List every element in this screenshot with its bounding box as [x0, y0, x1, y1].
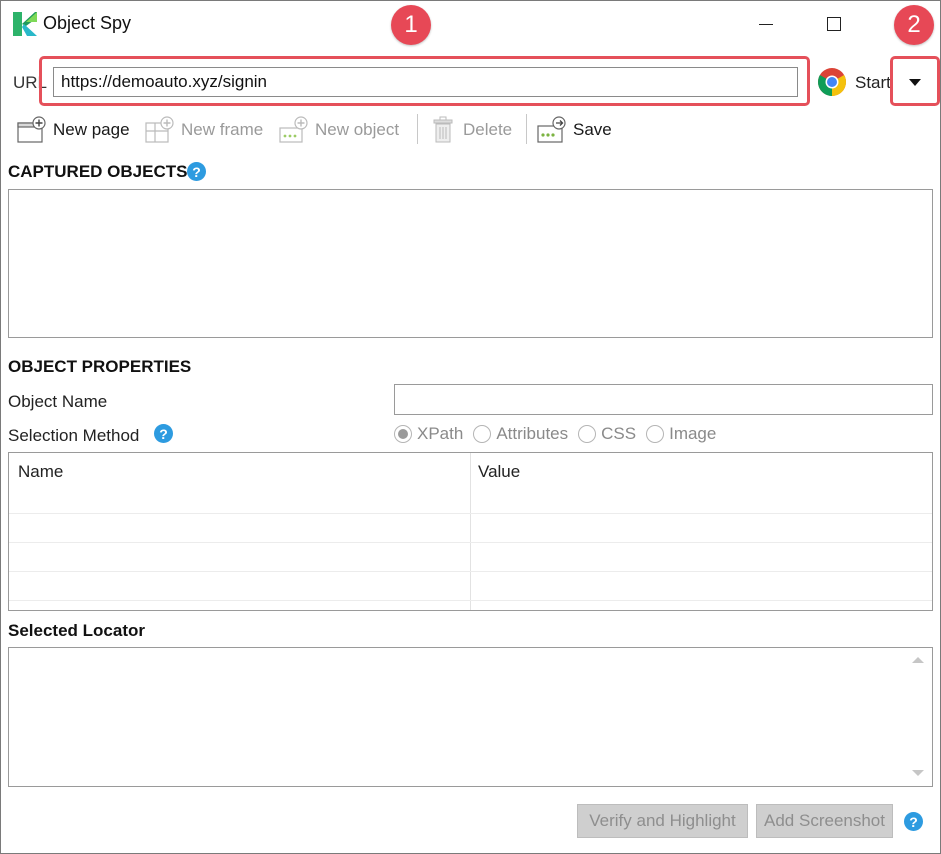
- object-spy-window: Object Spy URL 1 Start 2 New page: [0, 0, 941, 854]
- help-icon[interactable]: ?: [154, 424, 173, 443]
- scroll-down-icon[interactable]: [912, 770, 924, 776]
- window-title: Object Spy: [43, 13, 132, 33]
- table-row-line: [9, 513, 932, 514]
- minimize-button[interactable]: [743, 5, 789, 43]
- new-object-icon: [279, 116, 308, 143]
- new-page-label: New page: [53, 120, 130, 139]
- table-row-line: [9, 600, 932, 601]
- katalon-logo-icon: [13, 12, 37, 36]
- column-header-value[interactable]: Value: [478, 462, 520, 482]
- start-button-label[interactable]: Start: [855, 73, 891, 93]
- scroll-up-icon[interactable]: [912, 657, 924, 663]
- toolbar-separator: [526, 114, 527, 144]
- new-page-button[interactable]: New page: [17, 113, 130, 147]
- highlight-box-url: [39, 56, 810, 106]
- help-icon[interactable]: ?: [904, 812, 923, 831]
- selected-locator-heading: Selected Locator: [8, 621, 145, 640]
- delete-label: Delete: [463, 120, 513, 139]
- radio-image-label: Image: [669, 424, 717, 443]
- radio-css-label: CSS: [601, 424, 637, 443]
- selected-locator-textarea[interactable]: [8, 647, 933, 787]
- verify-and-highlight-button[interactable]: Verify and Highlight: [577, 804, 748, 838]
- radio-checked-icon: [394, 425, 412, 443]
- object-properties-heading: OBJECT PROPERTIES: [8, 357, 192, 376]
- minimize-icon: [759, 23, 773, 25]
- radio-css[interactable]: CSS: [578, 424, 636, 444]
- save-icon: [537, 116, 566, 143]
- captured-objects-tree[interactable]: [8, 189, 933, 338]
- annotation-badge-2: 2: [894, 5, 934, 45]
- radio-xpath[interactable]: XPath: [394, 424, 463, 444]
- radio-image[interactable]: Image: [646, 424, 716, 444]
- new-frame-icon: [145, 116, 174, 143]
- radio-xpath-label: XPath: [417, 424, 464, 443]
- new-object-button[interactable]: New object: [279, 113, 399, 147]
- delete-button[interactable]: Delete: [431, 113, 512, 147]
- radio-unchecked-icon: [646, 425, 665, 443]
- captured-objects-heading: CAPTURED OBJECTS: [8, 162, 188, 181]
- radio-attributes-label: Attributes: [496, 424, 569, 443]
- selection-method-label: Selection Method: [8, 426, 140, 445]
- help-icon[interactable]: ?: [187, 162, 206, 181]
- properties-table[interactable]: Name Value: [8, 452, 933, 611]
- radio-unchecked-icon: [578, 425, 597, 443]
- add-screenshot-button[interactable]: Add Screenshot: [756, 804, 893, 838]
- annotation-badge-1: 1: [391, 5, 431, 45]
- save-label: Save: [573, 120, 612, 139]
- save-button[interactable]: Save: [537, 113, 612, 147]
- object-name-label: Object Name: [8, 392, 108, 411]
- new-page-icon: [17, 116, 46, 143]
- new-object-label: New object: [315, 120, 400, 139]
- maximize-button[interactable]: [811, 5, 857, 43]
- chrome-icon[interactable]: [817, 67, 847, 97]
- toolbar-separator: [417, 114, 418, 144]
- column-separator: [470, 453, 471, 610]
- highlight-box-dropdown: [890, 56, 940, 106]
- column-header-name[interactable]: Name: [18, 462, 63, 482]
- new-frame-label: New frame: [181, 120, 264, 139]
- new-frame-button[interactable]: New frame: [145, 113, 263, 147]
- maximize-icon: [827, 17, 841, 31]
- radio-unchecked-icon: [473, 425, 492, 443]
- object-name-input[interactable]: [394, 384, 933, 415]
- selection-method-radio-group: XPath Attributes CSS Image: [394, 424, 726, 444]
- table-row-line: [9, 542, 932, 543]
- radio-attributes[interactable]: Attributes: [473, 424, 568, 444]
- trash-icon: [433, 116, 453, 143]
- table-row-line: [9, 571, 932, 572]
